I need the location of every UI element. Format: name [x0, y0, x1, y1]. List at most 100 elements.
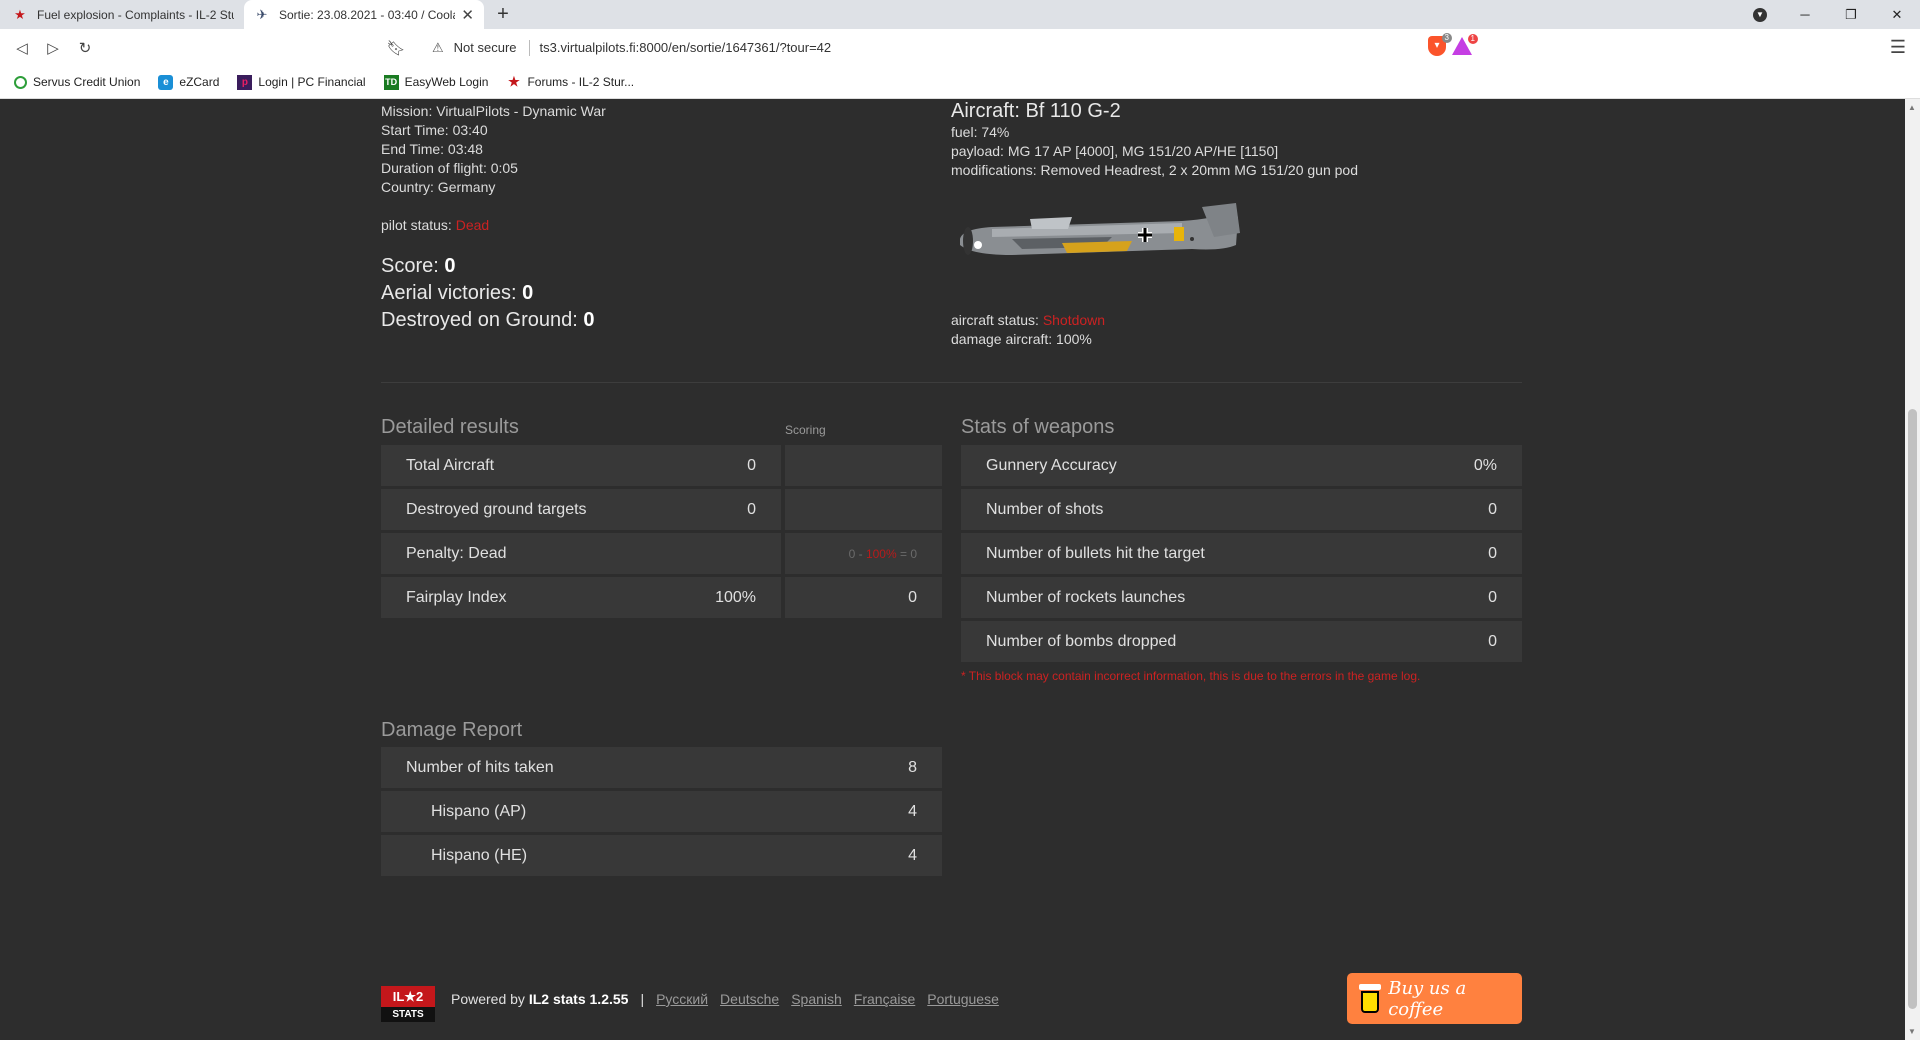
- mission: Mission: VirtualPilots - Dynamic War: [381, 103, 606, 119]
- tab-search-button[interactable]: ▼: [1737, 0, 1783, 29]
- end-time: End Time: 03:48: [381, 141, 483, 157]
- aerial-victories: Aerial victories: 0: [381, 280, 594, 307]
- bookmark-label: EasyWeb Login: [404, 75, 489, 89]
- menu-icon[interactable]: ☰: [1890, 37, 1906, 58]
- destroyed-on-ground: Destroyed on Ground: 0: [381, 307, 594, 334]
- scroll-up-icon[interactable]: ▲: [1908, 103, 1916, 112]
- minimize-button[interactable]: ─: [1782, 0, 1828, 29]
- row-label: Number of hits taken: [406, 758, 554, 776]
- rewards-count: 1: [1467, 34, 1478, 44]
- modifications: modifications: Removed Headrest, 2 x 20m…: [951, 162, 1358, 178]
- logo-bottom: STATS: [381, 1007, 435, 1022]
- powered-prefix: Powered by: [451, 991, 525, 1007]
- restore-button[interactable]: ❐: [1828, 0, 1874, 29]
- bookmark-easyweb[interactable]: TD EasyWeb Login: [383, 74, 489, 90]
- row-label: Hispano (HE): [431, 846, 528, 864]
- bookmark-pc-financial[interactable]: p Login | PC Financial: [237, 74, 366, 90]
- red-star-icon: ★: [14, 6, 26, 22]
- tab-sortie[interactable]: ✈ Sortie: 23.08.2021 - 03:40 / Coolai ✕: [244, 0, 484, 29]
- row-scoring: 0: [908, 588, 917, 606]
- aerial-value: 0: [522, 282, 534, 304]
- browser-toolbar: ◁ ▷ ↻ 🔖︎ ⚠ Not secure ts3.virtualpilots.…: [0, 29, 1920, 66]
- aircraft-status: aircraft status: Shotdown: [951, 311, 1105, 330]
- payload: payload: MG 17 AP [4000], MG 151/20 AP/H…: [951, 143, 1279, 159]
- new-tab-button[interactable]: +: [492, 3, 514, 26]
- bookmark-label: eZCard: [179, 75, 220, 89]
- row-label: Number of bombs dropped: [986, 632, 1177, 650]
- penalty-formula: 0 - 100% = 0: [849, 547, 917, 561]
- coffee-label: Buy us a coffee: [1388, 977, 1467, 1020]
- scroll-down-icon[interactable]: ▼: [1908, 1027, 1916, 1036]
- row-label: Destroyed ground targets: [406, 500, 587, 518]
- forward-button[interactable]: ▷: [42, 37, 64, 59]
- bookmark-label: Servus Credit Union: [33, 75, 141, 89]
- lang-russian-link[interactable]: Русский: [656, 991, 708, 1007]
- row-label: Penalty: Dead: [406, 544, 507, 562]
- bookmark-servus[interactable]: Servus Credit Union: [14, 75, 140, 89]
- ground-label: Destroyed on Ground:: [381, 309, 578, 331]
- extensions: ▾ 3 1: [1428, 33, 1478, 56]
- row-value: 0: [1488, 544, 1497, 562]
- reload-button[interactable]: ↻: [74, 37, 96, 59]
- row-label: Number of bullets hit the target: [986, 544, 1205, 562]
- il2-stats-logo[interactable]: IL★2 STATS: [381, 986, 435, 1022]
- buy-coffee-button[interactable]: Buy us a coffee: [1347, 973, 1522, 1024]
- score-value: 0: [444, 255, 456, 277]
- shield-count: 3: [1441, 33, 1452, 43]
- logo-top: IL★2: [381, 986, 435, 1007]
- aerial-label: Aerial victories:: [381, 282, 517, 304]
- tab-bar: ★ Fuel explosion - Complaints - IL-2 Stu…: [0, 0, 1920, 29]
- lang-portuguese-link[interactable]: Portuguese: [927, 991, 999, 1007]
- sortie-info: Mission: VirtualPilots - Dynamic War Sta…: [381, 102, 606, 235]
- duration: Duration of flight: 0:05: [381, 160, 518, 176]
- tab-title: Sortie: 23.08.2021 - 03:40 / Coolai: [279, 7, 456, 22]
- bookmark-forums[interactable]: ★ Forums - IL-2 Stur...: [506, 74, 635, 90]
- pilot-status-label: pilot status:: [381, 217, 452, 233]
- section-divider: [381, 382, 1522, 383]
- aircraft-damage: damage aircraft: 100%: [951, 331, 1092, 347]
- red-star-icon: ★: [508, 74, 520, 89]
- address-bar[interactable]: ⚠ Not secure ts3.virtualpilots.fi:8000/e…: [420, 34, 1500, 61]
- coffee-cup-icon: [1359, 983, 1381, 1014]
- close-window-button[interactable]: ✕: [1874, 0, 1920, 29]
- row-label: Fairplay Index: [406, 588, 507, 606]
- bookmarks-bar: Servus Credit Union e eZCard p Login | P…: [0, 66, 1920, 99]
- start-time: Start Time: 03:40: [381, 122, 488, 138]
- brave-shield-icon[interactable]: ▾ 3: [1428, 33, 1452, 56]
- circle-outline-icon: [14, 75, 27, 89]
- bookmark-icon[interactable]: 🔖︎: [385, 37, 407, 59]
- weapons-note: * This block may contain incorrect infor…: [961, 669, 1421, 683]
- weapons-title: Stats of weapons: [961, 416, 1115, 438]
- td-icon: TD: [383, 74, 399, 90]
- lang-french-link[interactable]: Française: [854, 991, 915, 1007]
- row-value: 0: [1488, 500, 1497, 518]
- page-scrollbar[interactable]: ▲ ▼: [1905, 99, 1920, 1040]
- pc-financial-icon: p: [237, 74, 253, 90]
- lang-german-link[interactable]: Deutsche: [720, 991, 779, 1007]
- fuel: fuel: 74%: [951, 124, 1010, 140]
- row-value: 0%: [1473, 456, 1497, 474]
- scoring-label: Scoring: [785, 423, 826, 437]
- penalty-b: 100%: [865, 546, 897, 561]
- scrollbar-thumb[interactable]: [1908, 409, 1917, 1009]
- brave-rewards-icon[interactable]: 1: [1452, 34, 1478, 55]
- tab-fuel-explosion[interactable]: ★ Fuel explosion - Complaints - IL-2 Stu…: [2, 0, 244, 29]
- security-label: Not secure: [453, 40, 517, 55]
- row-value: 0: [1488, 632, 1497, 650]
- footer-divider: |: [640, 991, 645, 1007]
- tab-title: Fuel explosion - Complaints - IL-2 Stur: [37, 7, 234, 22]
- plane-favicon-icon: ✈: [256, 6, 268, 22]
- close-tab-icon[interactable]: ✕: [461, 6, 474, 24]
- bookmark-ezcard[interactable]: e eZCard: [158, 74, 220, 90]
- powered-by: Powered by IL2 stats 1.2.55: [451, 991, 628, 1007]
- chevron-down-icon: ▼: [1753, 7, 1767, 22]
- card-icon: e: [158, 74, 174, 90]
- warning-icon: ⚠: [432, 39, 444, 55]
- bookmark-label: Login | PC Financial: [258, 75, 366, 89]
- lang-spanish-link[interactable]: Spanish: [791, 991, 842, 1007]
- country: Country: Germany: [381, 179, 496, 195]
- aircraft-status-label: aircraft status:: [951, 312, 1039, 328]
- sortie-page: Mission: VirtualPilots - Dynamic War Sta…: [0, 99, 1905, 1040]
- back-button[interactable]: ◁: [11, 37, 33, 59]
- bookmark-label: Forums - IL-2 Stur...: [527, 75, 635, 89]
